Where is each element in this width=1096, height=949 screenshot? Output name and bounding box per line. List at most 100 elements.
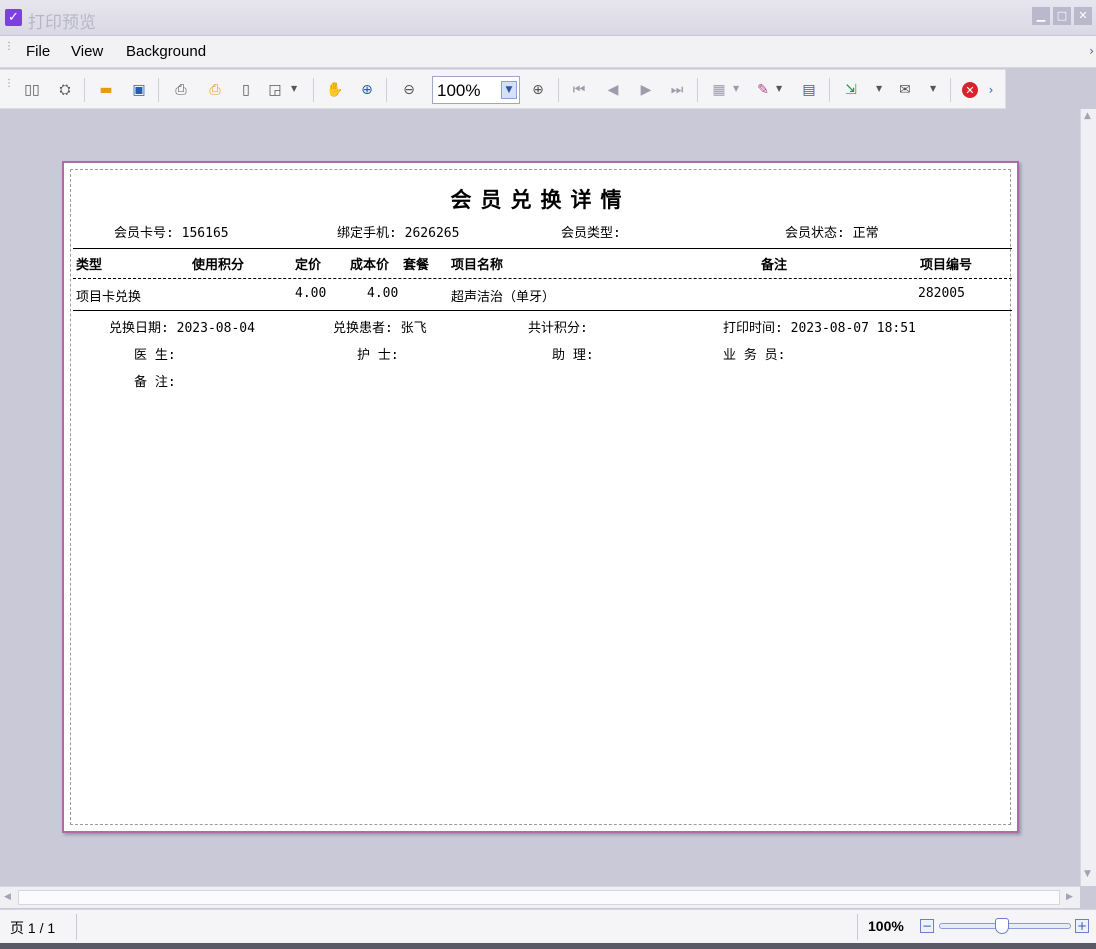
zoom-slider-thumb[interactable] [995,918,1009,934]
zoom-in-button[interactable]: + [1075,919,1089,933]
scroll-up-icon[interactable]: ▲ [1084,111,1091,121]
background-color-icon[interactable]: ✎ [753,80,773,100]
col-header-item-no: 项目编号 [920,258,973,273]
status-bar: 页 1 / 1 100% − + [0,909,1096,943]
status-zoom-value: 100% [868,918,904,934]
zoom-in-icon[interactable]: ⊕ [528,80,548,100]
email-dropdown-icon[interactable]: ▼ [930,84,936,93]
zoom-value: 100% [437,81,481,100]
menu-grip-icon: ⋮ [4,41,14,52]
member-type: 会员类型: [561,226,621,241]
quick-print-icon[interactable]: ⎙ [205,80,225,100]
toolbar-separator [84,78,85,102]
save-icon[interactable]: ▣ [129,80,149,100]
status-separator [76,914,77,940]
toolbar-separator [313,78,314,102]
zoom-out-icon[interactable]: ⊖ [399,80,419,100]
col-header-cost: 成本价 [350,258,390,273]
close-preview-icon[interactable]: ✕ [962,82,978,98]
cell-type: 项目卡兑换 [76,290,142,305]
header-divider [73,278,1012,279]
watermark-icon[interactable]: ▤ [799,80,819,100]
status-separator [857,914,858,940]
page-setup-icon[interactable]: ▯ [236,80,256,100]
menu-bar: ⋮ File View Background › [0,36,1096,68]
close-icon[interactable]: ✕ [1074,7,1092,25]
menu-overflow-icon[interactable]: › [1089,44,1094,58]
doctor-field: 医 生: [134,348,176,363]
col-header-points: 使用积分 [192,258,245,273]
toolbar-separator [386,78,387,102]
exchange-date: 兑换日期: 2023-08-04 [109,321,255,336]
page-margin-border: 会员兑换详情 会员卡号: 156165 绑定手机: 2626265 会员类型: … [70,169,1012,825]
scale-icon[interactable]: ◲ [265,80,285,100]
find-icon[interactable]: ⛭ [55,80,75,100]
previous-page-icon[interactable]: ◀ [603,80,623,100]
thumbnails-icon[interactable]: ▯▯ [22,80,42,100]
cell-item-no: 282005 [918,286,965,301]
maximize-icon[interactable]: □ [1053,7,1071,25]
toolbar-separator [697,78,698,102]
col-header-package: 套餐 [403,258,430,273]
menu-background[interactable]: Background [126,43,206,60]
cell-price: 4.00 [295,286,327,301]
hand-tool-icon[interactable]: ✋ [325,80,345,100]
background-color-dropdown-icon[interactable]: ▼ [776,84,782,93]
export-icon[interactable]: ⇲ [841,80,861,100]
toolbar-separator [829,78,830,102]
cell-item-name: 超声洁治（单牙） [451,290,556,305]
next-page-icon[interactable]: ▶ [636,80,656,100]
toolbar-grip-icon: ⋮ [4,78,14,89]
horizontal-scrollbar[interactable]: ◀ ▶ [0,886,1080,908]
last-page-icon[interactable]: ⏭ [667,80,687,100]
bound-phone: 绑定手机: 2626265 [337,226,460,241]
col-header-item-name: 项目名称 [451,258,504,273]
nurse-field: 护 士: [357,348,399,363]
toolbar-separator [558,78,559,102]
report-title: 会员兑换详情 [450,187,631,212]
assistant-field: 助 理: [552,348,594,363]
preview-area[interactable]: 会员兑换详情 会员卡号: 156165 绑定手机: 2626265 会员类型: … [0,109,1080,886]
minimize-icon[interactable]: ▁ [1032,7,1050,25]
toolbar-overflow-icon[interactable]: › [985,80,997,100]
col-header-type: 类型 [76,258,103,273]
member-status: 会员状态: 正常 [785,226,879,241]
menu-file[interactable]: File [26,43,50,60]
export-dropdown-icon[interactable]: ▼ [876,84,882,93]
email-icon[interactable]: ✉ [895,80,915,100]
salesperson-field: 业 务 员: [723,348,786,363]
col-header-note: 备注 [761,258,788,273]
multiple-pages-dropdown-icon[interactable]: ▼ [733,84,739,93]
window-title: 打印预览 [28,13,96,33]
zoom-dropdown-icon[interactable]: ▼ [501,81,517,99]
multiple-pages-icon[interactable]: ▦ [709,80,729,100]
horizontal-scroll-thumb[interactable] [18,890,1060,905]
toolbar-separator [950,78,951,102]
toolbar-empty-area [1006,69,1096,109]
card-number: 会员卡号: 156165 [114,226,229,241]
page-indicator: 页 1 / 1 [10,920,56,936]
menu-view[interactable]: View [71,43,103,60]
print-icon[interactable]: ⎙ [171,80,191,100]
open-icon[interactable]: ▬ [96,80,116,100]
exchange-patient: 兑换患者: 张飞 [333,321,427,336]
zoom-out-button[interactable]: − [920,919,934,933]
report-page: 会员兑换详情 会员卡号: 156165 绑定手机: 2626265 会员类型: … [62,161,1019,833]
app-check-icon: ✓ [5,9,22,26]
scroll-down-icon[interactable]: ▼ [1084,869,1091,879]
table-bottom-rule [73,310,1012,311]
title-bar: ✓ 打印预览 ▁ □ ✕ [0,0,1096,36]
bottom-edge [0,943,1096,949]
toolbar: ⋮ ▯▯ ⛭ ▬ ▣ ⎙ ⎙ ▯ ◲ ▼ ✋ ⊕ ⊖ 100% ▼ ⊕ ⏮ ◀ … [0,69,1006,109]
scale-dropdown-icon[interactable]: ▼ [291,84,297,93]
cell-cost: 4.00 [367,286,399,301]
total-points: 共计积分: [528,321,588,336]
remark-field: 备 注: [134,375,176,390]
scroll-left-icon[interactable]: ◀ [4,892,11,902]
first-page-icon[interactable]: ⏮ [569,80,589,100]
scroll-right-icon[interactable]: ▶ [1066,892,1073,902]
vertical-scrollbar[interactable]: ▲ ▼ [1080,109,1096,886]
magnifier-icon[interactable]: ⊕ [357,80,377,100]
zoom-combo[interactable]: 100% ▼ [432,76,520,104]
toolbar-separator [158,78,159,102]
